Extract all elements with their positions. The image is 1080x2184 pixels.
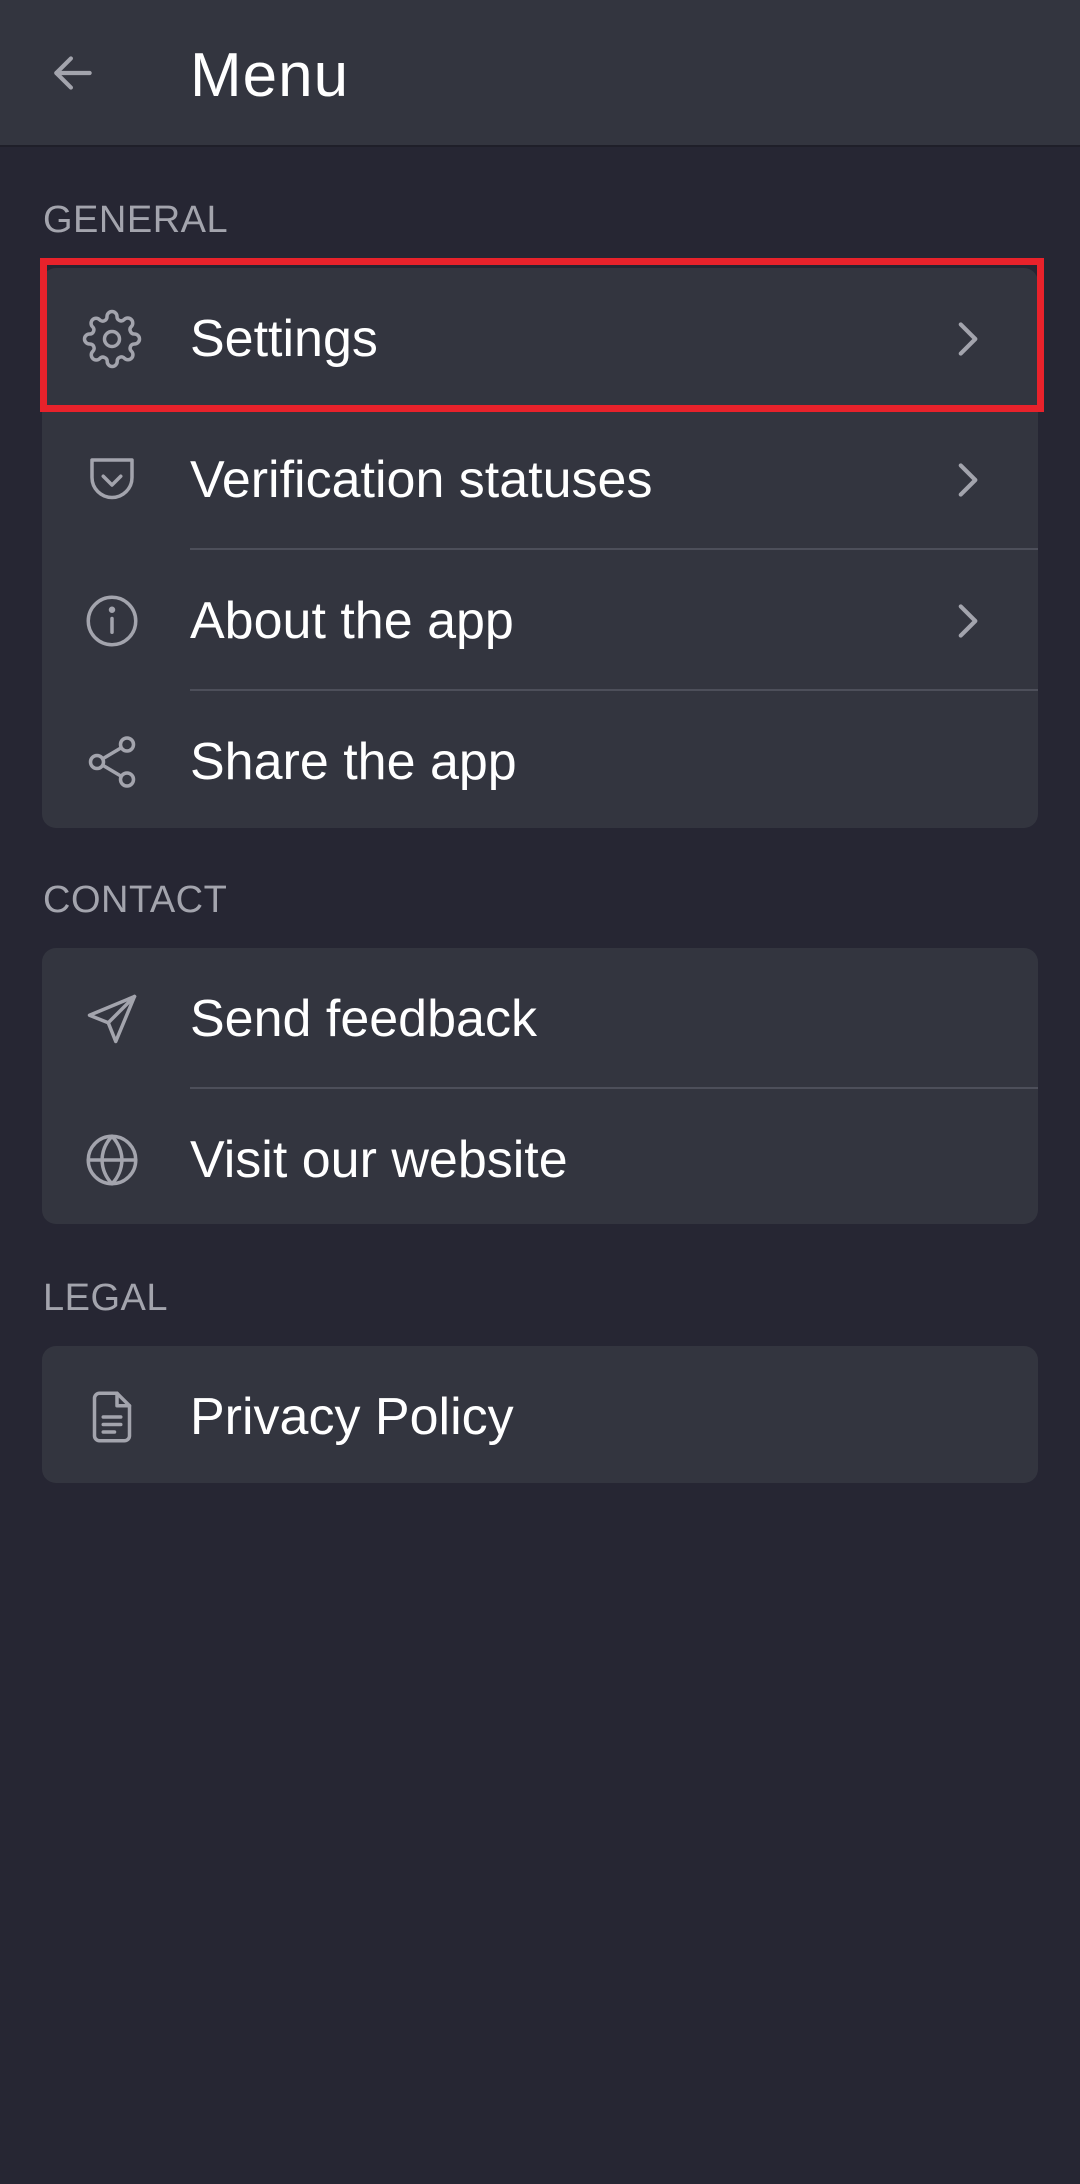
menu-item-label: Share the app [190,733,517,791]
menu-item-label: Settings [190,310,378,368]
page-title: Menu [190,41,350,110]
menu-item-share-the-app[interactable]: Share the app [42,691,1038,828]
legal-card: Privacy Policy [42,1346,1038,1483]
share-icon [82,732,142,792]
app-bar: Menu [0,0,1080,147]
menu-item-label: Verification statuses [190,451,653,509]
gear-icon [82,309,142,369]
menu-item-label: About the app [190,592,514,650]
shield-check-icon [82,450,142,510]
menu-item-label: Send feedback [190,990,537,1048]
send-icon [82,989,142,1049]
chevron-right-icon [942,455,992,505]
section-header-legal: LEGAL [43,1277,169,1319]
menu-item-verification-statuses[interactable]: Verification statuses [42,409,1038,550]
menu-item-label: Privacy Policy [190,1388,514,1446]
back-button[interactable] [28,28,118,118]
chevron-right-icon [942,314,992,364]
general-card: Settings Verification statuses About the… [42,268,1038,828]
globe-icon [82,1130,142,1190]
menu-item-label: Visit our website [190,1131,568,1189]
menu-item-privacy-policy[interactable]: Privacy Policy [42,1346,1038,1483]
contact-card: Send feedback Visit our website [42,948,1038,1224]
menu-item-settings[interactable]: Settings [42,268,1038,409]
document-icon [82,1387,142,1447]
section-header-contact: CONTACT [43,879,228,921]
menu-item-about-the-app[interactable]: About the app [42,550,1038,691]
section-header-general: GENERAL [43,199,229,241]
menu-item-visit-our-website[interactable]: Visit our website [42,1089,1038,1224]
chevron-right-icon [942,596,992,646]
info-icon [82,591,142,651]
arrow-left-icon [54,56,92,90]
menu-item-send-feedback[interactable]: Send feedback [42,948,1038,1089]
